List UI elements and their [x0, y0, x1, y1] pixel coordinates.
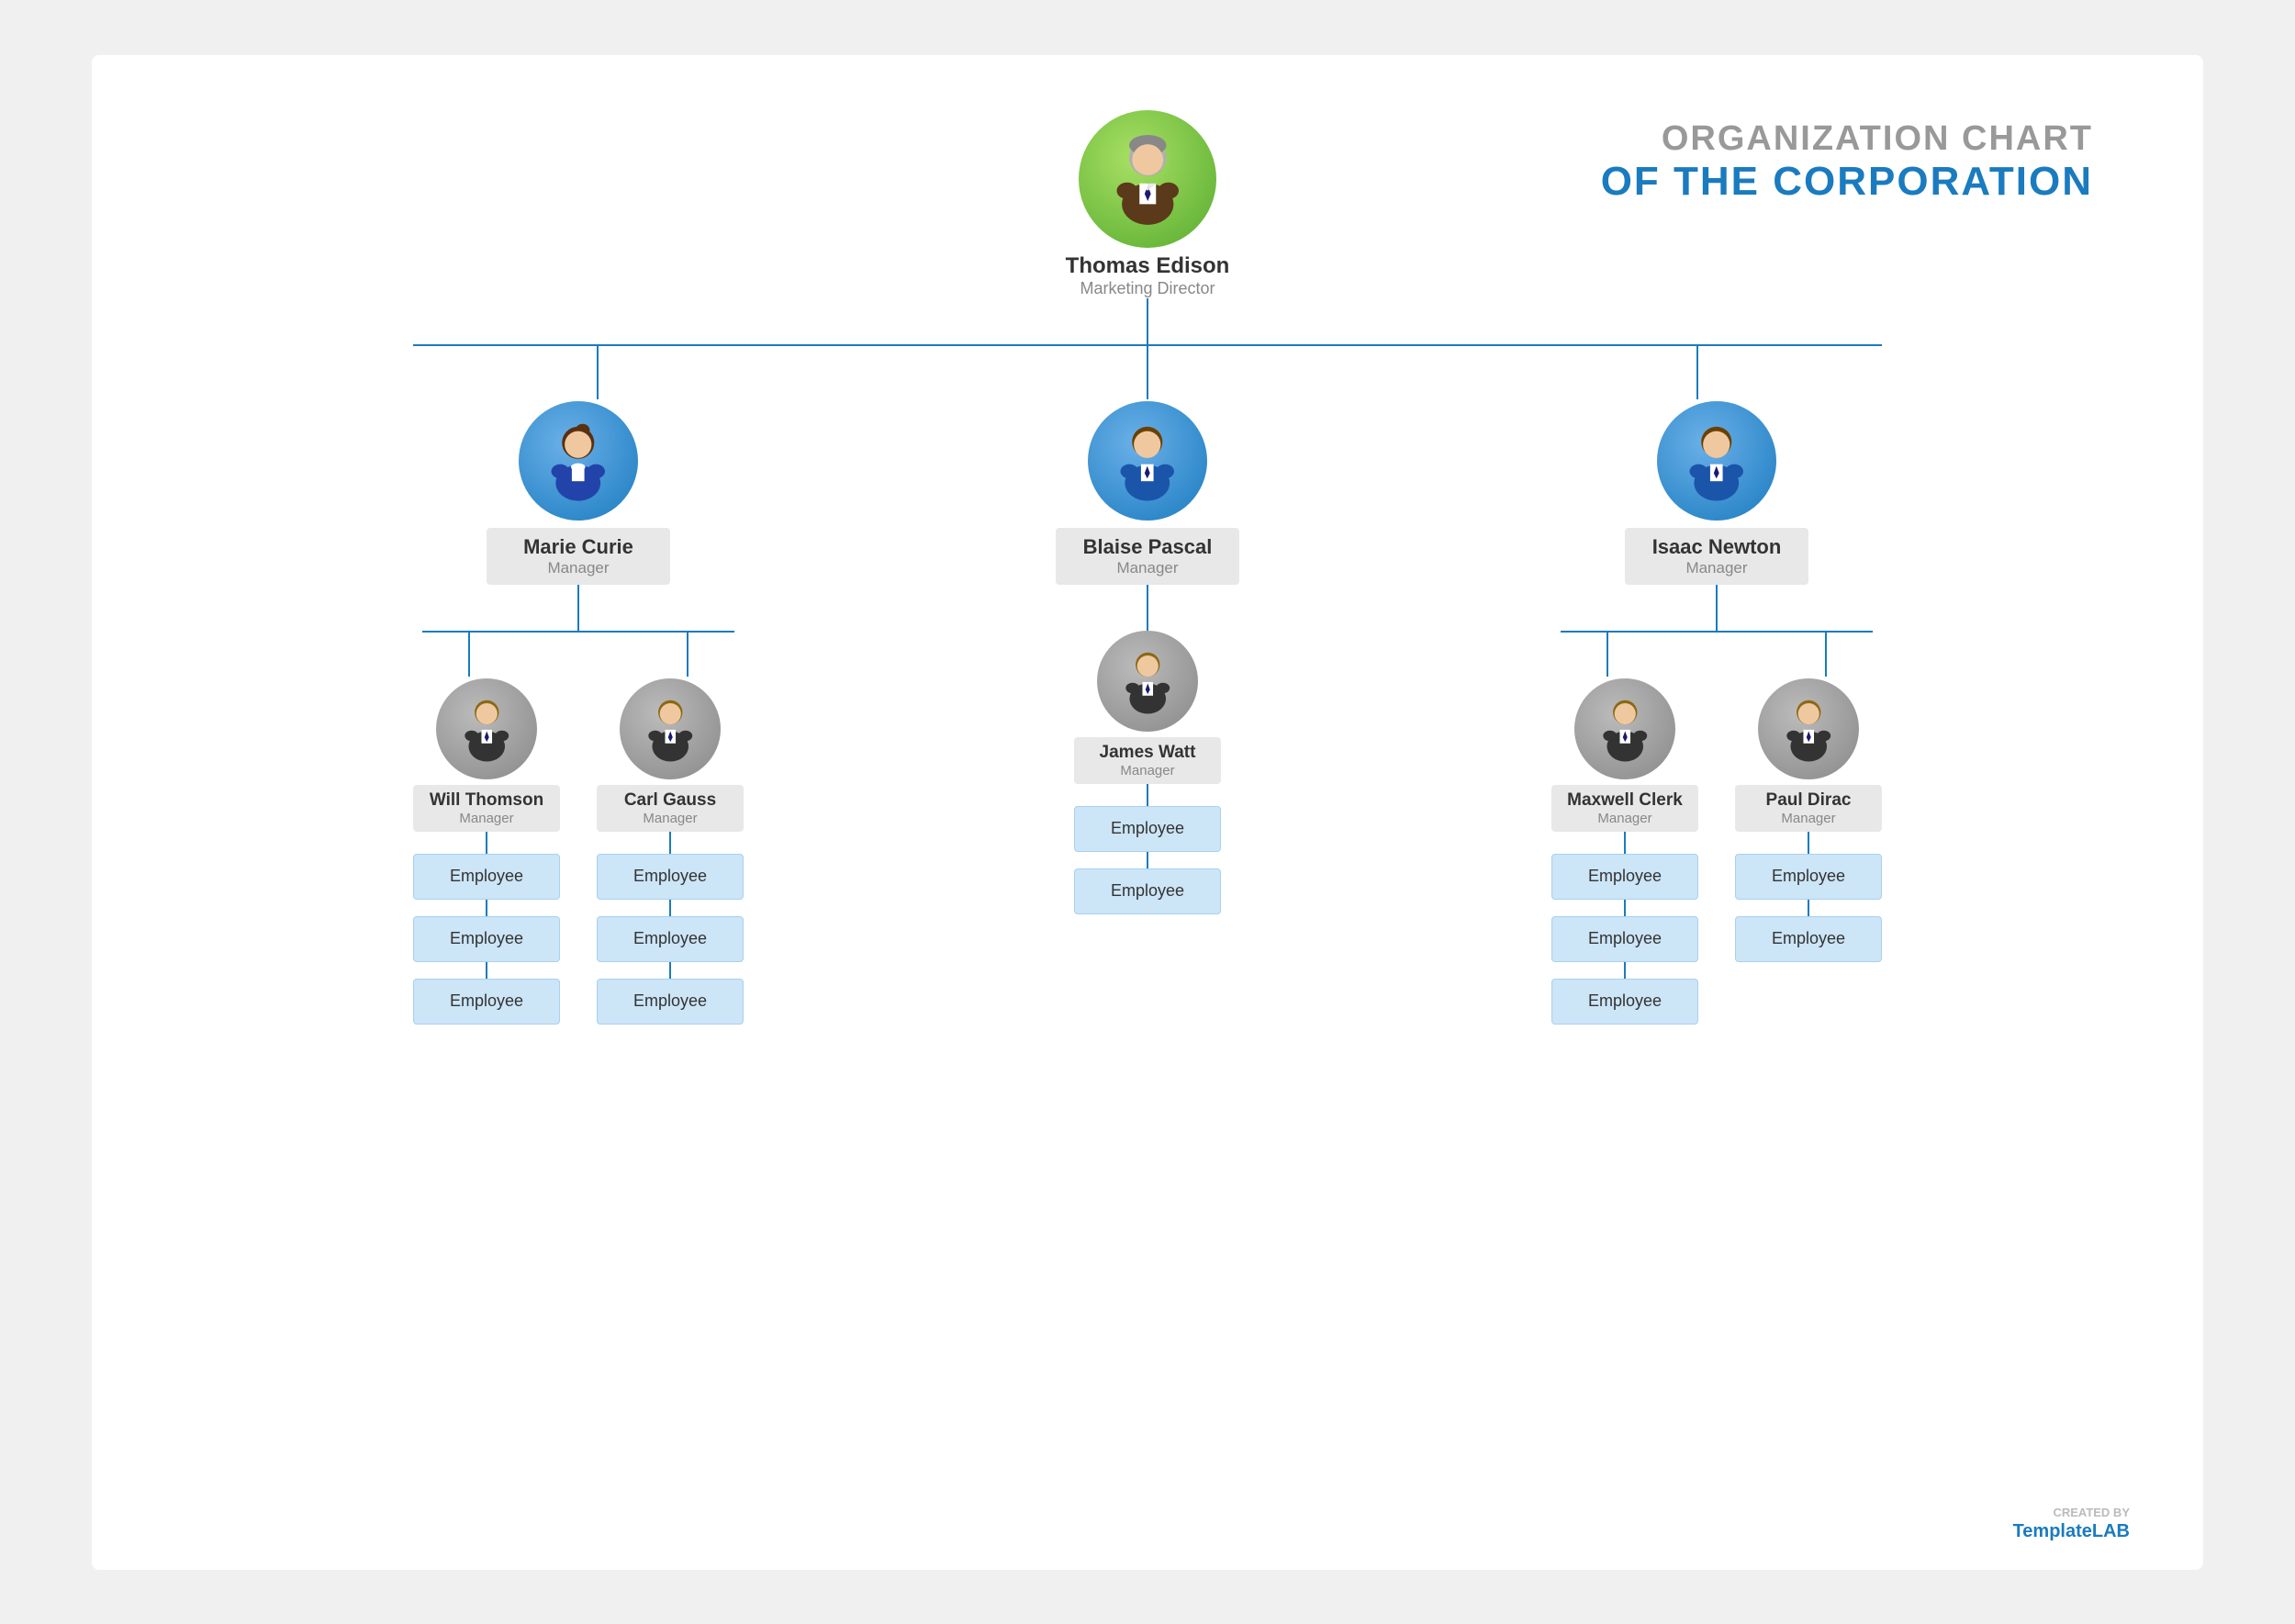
carl-emp-3: Employee: [597, 979, 744, 1025]
l2-node-blaise: Blaise Pascal Manager: [973, 401, 1322, 914]
brand-lab: LAB: [2092, 1521, 2130, 1541]
paul-emp-1: Employee: [1735, 854, 1882, 900]
isaac-role: Manager: [1643, 559, 1790, 577]
isaac-h-branch: [1561, 631, 1873, 633]
marie-role: Manager: [505, 559, 652, 577]
will-avatar: [436, 678, 537, 779]
marie-children: Will Thomson Manager Employee Employee: [413, 678, 744, 1025]
carl-emp-1: Employee: [597, 854, 744, 900]
watermark: CREATED BY TemplateLAB: [2013, 1506, 2130, 1542]
title-line1: ORGANIZATION CHART: [1601, 119, 2093, 159]
blaise-role: Manager: [1074, 559, 1221, 577]
will-emp-connector: [486, 832, 487, 854]
isaac-left-drop: [1606, 631, 1608, 677]
l2-node-isaac: Isaac Newton Manager: [1460, 401, 1974, 1025]
maxwell-person-icon: [1587, 690, 1663, 767]
marie-namebox: Marie Curie Manager: [487, 528, 670, 585]
paul-person-icon: [1771, 690, 1847, 767]
marie-avatar: [519, 401, 638, 521]
isaac-name: Isaac Newton: [1643, 535, 1790, 559]
maxwell-emp-2: Employee: [1551, 916, 1698, 962]
will-emp-2: Employee: [413, 916, 560, 962]
isaac-right-drop: [1825, 631, 1827, 677]
top-name: Thomas Edison: [1066, 253, 1230, 279]
l3-carl: Carl Gauss Manager Employee Employee: [597, 678, 744, 1025]
l3-will: Will Thomson Manager Employee Employee: [413, 678, 560, 1025]
paul-role: Manager: [1746, 811, 1871, 826]
will-role: Manager: [424, 811, 549, 826]
title-line2: OF THE CORPORATION: [1601, 159, 2093, 205]
top-person-icon: [1096, 127, 1200, 230]
maxwell-namebox: Maxwell Clerk Manager: [1551, 785, 1698, 832]
top-v-connector: [1147, 298, 1148, 344]
will-emp-3: Employee: [413, 979, 560, 1025]
maxwell-name: Maxwell Clerk: [1562, 790, 1687, 811]
isaac-person-icon: [1672, 416, 1762, 506]
maxwell-emp-3: Employee: [1551, 979, 1698, 1025]
marie-person-icon: [533, 416, 623, 506]
l2-h-connector: [413, 344, 1882, 346]
james-role: Manager: [1085, 763, 1210, 778]
carl-role: Manager: [608, 811, 733, 826]
l2-right-drop: [1696, 344, 1698, 399]
maxwell-emp-1: Employee: [1551, 854, 1698, 900]
marie-name: Marie Curie: [505, 535, 652, 559]
james-avatar: [1097, 631, 1198, 732]
isaac-children: Maxwell Clerk Manager Employee Employee: [1551, 678, 1882, 1025]
will-name: Will Thomson: [424, 790, 549, 811]
blaise-v-connector: [1147, 585, 1148, 631]
isaac-namebox: Isaac Newton Manager: [1625, 528, 1808, 585]
will-namebox: Will Thomson Manager: [413, 785, 560, 832]
james-person-icon: [1110, 643, 1186, 719]
carl-person-icon: [633, 690, 709, 767]
carl-emp-2: Employee: [597, 916, 744, 962]
l3-paul: Paul Dirac Manager Employee Employee: [1735, 678, 1882, 962]
isaac-v-connector: [1716, 585, 1718, 631]
paul-emp-2: Employee: [1735, 916, 1882, 962]
marie-h-branch: [422, 631, 734, 633]
l2-left-drop: [597, 344, 599, 399]
marie-left-drop: [468, 631, 470, 677]
maxwell-avatar: [1574, 678, 1675, 779]
paul-avatar: [1758, 678, 1859, 779]
org-chart: Thomas Edison Marketing Director: [165, 110, 2130, 1025]
top-avatar: [1079, 110, 1216, 248]
l2-center-drop: [1147, 344, 1148, 399]
top-role: Marketing Director: [1066, 279, 1230, 298]
james-emp-2: Employee: [1074, 868, 1221, 914]
l2-node-marie: Marie Curie Manager: [321, 401, 835, 1025]
isaac-avatar: [1657, 401, 1776, 521]
l3-james: James Watt Manager Employee Employee: [1074, 631, 1221, 914]
top-node: Thomas Edison Marketing Director: [1066, 110, 1230, 298]
paul-namebox: Paul Dirac Manager: [1735, 785, 1882, 832]
marie-v-connector: [577, 585, 579, 631]
level2-row: Marie Curie Manager: [321, 401, 1974, 1025]
james-emp-1: Employee: [1074, 806, 1221, 852]
brand-template: TemplateLAB: [2013, 1521, 2130, 1541]
marie-right-drop: [687, 631, 688, 677]
blaise-avatar: [1088, 401, 1207, 521]
page: ORGANIZATION CHART OF THE CORPORATION CR…: [92, 55, 2203, 1570]
carl-avatar: [620, 678, 721, 779]
james-name: James Watt: [1085, 743, 1210, 763]
will-emp-1: Employee: [413, 854, 560, 900]
top-name-label: Thomas Edison Marketing Director: [1066, 253, 1230, 298]
blaise-person-icon: [1103, 416, 1192, 506]
l3-maxwell: Maxwell Clerk Manager Employee Employee: [1551, 678, 1698, 1025]
james-namebox: James Watt Manager: [1074, 737, 1221, 784]
title-area: ORGANIZATION CHART OF THE CORPORATION: [1601, 119, 2093, 205]
carl-name: Carl Gauss: [608, 790, 733, 811]
will-person-icon: [449, 690, 525, 767]
created-by-label: CREATED BY: [2013, 1506, 2130, 1519]
carl-namebox: Carl Gauss Manager: [597, 785, 744, 832]
blaise-namebox: Blaise Pascal Manager: [1056, 528, 1239, 585]
maxwell-role: Manager: [1562, 811, 1687, 826]
paul-name: Paul Dirac: [1746, 790, 1871, 811]
blaise-name: Blaise Pascal: [1074, 535, 1221, 559]
